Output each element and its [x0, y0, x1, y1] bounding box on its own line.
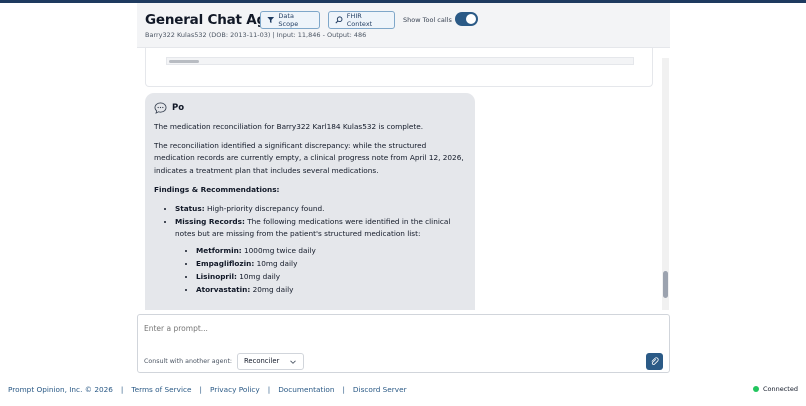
privacy-link[interactable]: Privacy Policy: [210, 385, 260, 394]
show-tool-calls-toggle[interactable]: [455, 12, 478, 26]
status-dot-icon: [752, 386, 759, 392]
separator: |: [120, 385, 124, 394]
horizontal-scrollbar[interactable]: [166, 57, 634, 65]
footer-links: Prompt Opinion, Inc. © 2026 | Terms of S…: [8, 385, 407, 394]
horizontal-scroll-thumb[interactable]: [169, 60, 199, 63]
previous-message-card: [145, 48, 653, 87]
list-item: Missing Records: The following medicatio…: [175, 216, 466, 297]
page-footer: Prompt Opinion, Inc. © 2026 | Terms of S…: [0, 383, 806, 399]
medication-dose: 1000mg twice daily: [241, 246, 316, 256]
status-label: Status:: [175, 203, 205, 213]
connection-status-text: Connected: [762, 385, 798, 393]
findings-list: Status: High-priority discrepancy found.…: [175, 203, 466, 297]
status-text: High-priority discrepancy found.: [204, 203, 325, 213]
medication-name: Metformin:: [196, 246, 242, 256]
fhir-context-button[interactable]: FHIR Context: [328, 11, 395, 29]
missing-records-label: Missing Records:: [175, 216, 245, 226]
prompt-composer: Consult with another agent: Reconciler: [137, 314, 670, 373]
medication-dose: 20mg daily: [250, 284, 294, 294]
separator: |: [199, 385, 202, 394]
medication-name: Empagliflozin:: [196, 258, 255, 268]
filter-icon: [267, 17, 275, 23]
findings-heading: Findings & Recommendations:: [154, 184, 280, 194]
show-tool-calls-label: Show Tool calls: [403, 16, 452, 24]
attach-button[interactable]: [646, 353, 663, 370]
chat-header: General Chat Agent Barry322 Kulas532 (DO…: [137, 3, 670, 48]
fhir-context-label: FHIR Context: [346, 12, 373, 28]
documentation-link[interactable]: Documentation: [278, 385, 334, 394]
paperclip-icon: [651, 357, 659, 366]
medications-list: Metformin: 1000mg twice daily Empagliflo…: [196, 245, 466, 296]
patient-token-info: Barry322 Kulas532 (DOB: 2013-11-03) | In…: [145, 31, 367, 39]
medication-item: Metformin: 1000mg twice daily: [196, 245, 466, 258]
message-paragraph: The reconciliation identified a signific…: [154, 140, 464, 176]
agent-message-bubble: Po The medication reconciliation for Bar…: [145, 93, 475, 310]
list-item: Status: High-priority discrepancy found.: [175, 203, 466, 216]
prompt-input[interactable]: [144, 321, 544, 335]
data-scope-button[interactable]: Data Scope: [260, 11, 320, 29]
discord-link[interactable]: Discord Server: [353, 385, 407, 394]
consult-agent-value: Reconciler: [244, 357, 280, 365]
toggle-knob: [466, 14, 476, 24]
message-paragraph: The medication reconciliation for Barry3…: [154, 121, 424, 131]
medication-dose: 10mg daily: [236, 271, 281, 281]
chat-messages: Po The medication reconciliation for Bar…: [137, 48, 670, 310]
separator: |: [342, 385, 345, 394]
terms-link[interactable]: Terms of Service: [131, 385, 191, 394]
chat-bubble-icon: [154, 102, 167, 115]
search-icon: [335, 16, 343, 24]
chat-scroll-thumb[interactable]: [663, 271, 668, 298]
chevron-down-icon: [290, 360, 296, 364]
chat-scrollbar[interactable]: [662, 58, 669, 310]
connection-status: Connected: [752, 385, 798, 393]
medication-dose: 10mg daily: [254, 258, 298, 268]
agent-name: Po: [172, 103, 185, 113]
medication-item: Lisinopril: 10mg daily: [196, 271, 466, 284]
separator: |: [267, 385, 271, 394]
consult-agent-select[interactable]: Reconciler: [237, 353, 304, 370]
medication-item: Empagliflozin: 10mg daily: [196, 258, 466, 271]
message-header: Po: [154, 102, 466, 115]
copyright-text: Prompt Opinion, Inc. © 2026: [8, 385, 113, 394]
medication-name: Lisinopril:: [196, 271, 237, 281]
consult-agent-label: Consult with another agent:: [144, 358, 233, 365]
medication-item: Atorvastatin: 20mg daily: [196, 284, 466, 297]
data-scope-label: Data Scope: [278, 12, 299, 28]
medication-name: Atorvastatin:: [196, 284, 251, 294]
